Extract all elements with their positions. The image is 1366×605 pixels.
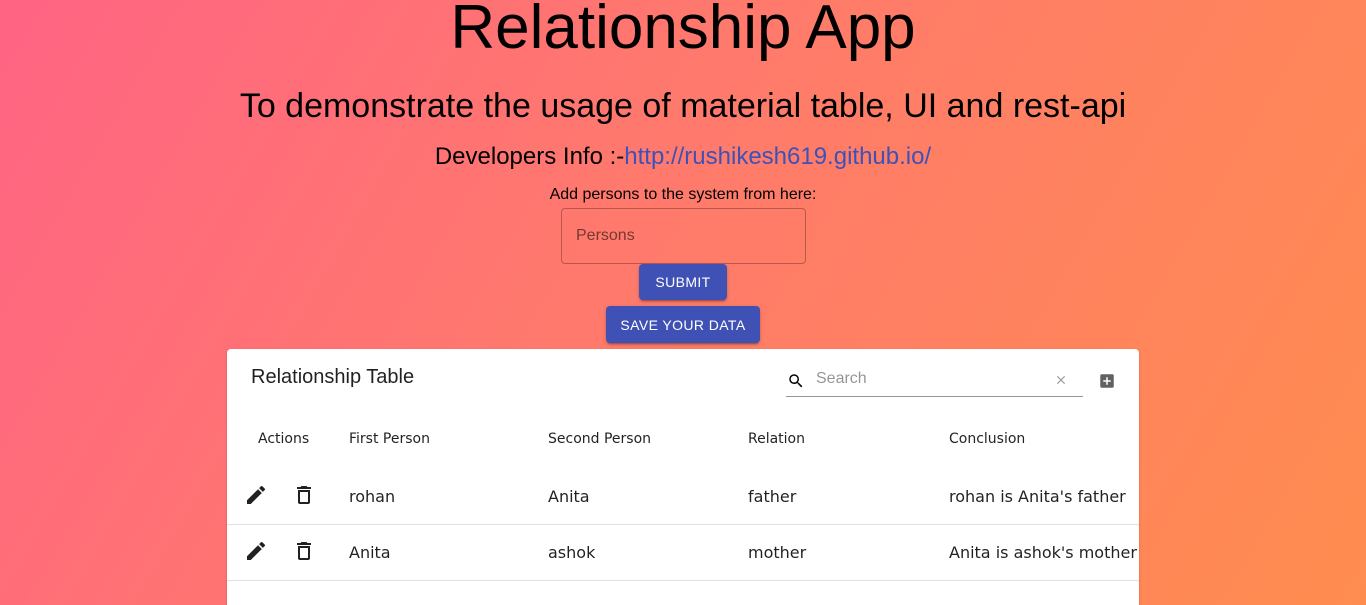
table-row: rohan Anita father rohan is Anita's fath… [227, 469, 1139, 525]
delete-icon[interactable] [292, 539, 316, 563]
column-header-first-person[interactable]: First Person [349, 431, 430, 447]
add-persons-label: Add persons to the system from here: [549, 186, 817, 203]
developer-link[interactable]: http://rushikesh619.github.io/ [624, 143, 931, 170]
submit-button[interactable]: SUBMIT [639, 264, 727, 300]
column-header-relation[interactable]: Relation [748, 431, 805, 447]
cell-relation: father [748, 487, 797, 506]
edit-icon[interactable] [244, 539, 268, 563]
cell-second-person: Anita [548, 487, 590, 506]
cell-conclusion: rohan is Anita's father [949, 487, 1126, 506]
column-header-second-person[interactable]: Second Person [548, 431, 651, 447]
cell-conclusion: Anita is ashok's mother [949, 543, 1137, 562]
relationship-table: Relationship Table Actions First Person … [227, 349, 1139, 605]
developer-info-label: Developers Info :- [434, 143, 625, 170]
search-field [786, 363, 1083, 397]
search-icon [789, 374, 803, 388]
developer-info: Developers Info :-http://rushikesh619.gi… [0, 142, 1366, 172]
search-input[interactable] [814, 366, 1048, 392]
column-header-conclusion[interactable]: Conclusion [949, 431, 1025, 447]
delete-icon[interactable] [292, 483, 316, 507]
cell-first-person: rohan [349, 487, 396, 506]
clear-icon[interactable] [1054, 373, 1068, 387]
app-title: Relationship App [450, 0, 916, 62]
table-title: Relationship Table [251, 366, 415, 388]
save-data-button[interactable]: SAVE YOUR DATA [606, 306, 760, 343]
table-row: Anita ashok mother Anita is ashok's moth… [227, 525, 1139, 581]
app-subtitle: To demonstrate the usage of material tab… [239, 87, 1127, 125]
cell-relation: mother [748, 543, 807, 562]
column-header-actions: Actions [258, 431, 310, 447]
cell-first-person: Anita [349, 543, 391, 562]
edit-icon[interactable] [244, 483, 268, 507]
cell-second-person: ashok [548, 543, 596, 562]
persons-input[interactable] [561, 208, 806, 264]
add-box-icon[interactable] [1098, 372, 1116, 390]
